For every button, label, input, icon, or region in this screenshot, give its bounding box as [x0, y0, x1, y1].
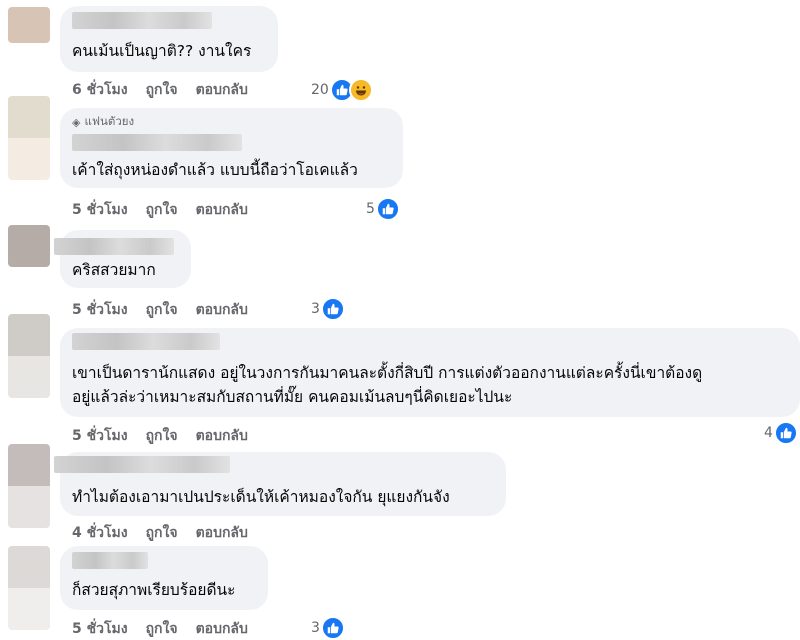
comment-bubble: ทำไมต้องเอามาเปนประเด็นให้เค้าหมองใจกัน … [54, 452, 506, 516]
like-button[interactable]: ถูกใจ [146, 618, 178, 640]
reaction-summary[interactable]: 3 [311, 297, 345, 321]
comment-bubble: คริสสวยมาก [54, 230, 191, 288]
comment-text-line-2: อยู่แล้วล่ะว่าเหมาะสมกับสถานที่มั๊ย คนคอ… [72, 388, 513, 406]
comment-text-line-1: เขาเป็นดาราน้กแสดง อยู่ในวงการกันมาคนละต… [72, 364, 703, 382]
comment-bubble: เขาเป็นดาราน้กแสดง อยู่ในวงการกันมาคนละต… [60, 328, 800, 417]
comment-time[interactable]: 5 ชั่วโมง [72, 299, 128, 321]
like-icon [375, 197, 400, 221]
comment-text: เค้าใส่ถุงหน่องดำแล้ว แบบนี้ถือว่าโอเคแล… [72, 161, 358, 179]
comment-text: ก็สวยสุภาพเรียบร้อยดีนะ [72, 581, 236, 599]
like-button[interactable]: ถูกใจ [146, 79, 178, 101]
commenter-name[interactable] [72, 333, 220, 350]
comment-actions: 5 ชั่วโมง ถูกใจ ตอบกลับ [72, 299, 248, 321]
like-button[interactable]: ถูกใจ [146, 199, 178, 221]
reaction-summary[interactable]: 20 [311, 78, 373, 102]
reaction-summary[interactable]: 5 [366, 197, 400, 221]
reply-button[interactable]: ตอบกลับ [196, 522, 248, 544]
comment-bubble: คนเม้นเป็นญาติ?? งานใคร [60, 6, 278, 72]
avatar[interactable] [8, 96, 50, 180]
comment-actions: 5 ชั่วโมง ถูกใจ ตอบกลับ [72, 618, 248, 640]
reply-button[interactable]: ตอบกลับ [196, 425, 248, 447]
reaction-count: 3 [311, 620, 320, 636]
reaction-count: 4 [764, 425, 773, 441]
like-button[interactable]: ถูกใจ [146, 522, 178, 544]
like-icon [320, 616, 345, 640]
diamond-icon: ◈ [72, 115, 81, 129]
comment-time[interactable]: 6 ชั่วโมง [72, 79, 128, 101]
comment-text: ทำไมต้องเอามาเปนประเด็นให้เค้าหมองใจกัน … [72, 488, 450, 506]
comment-bubble: ◈ แฟนตัวยง เค้าใส่ถุงหน่องดำแล้ว แบบนี้ถ… [60, 108, 403, 188]
avatar[interactable] [8, 546, 50, 630]
commenter-name[interactable] [54, 456, 230, 473]
comment-bubble: ก็สวยสุภาพเรียบร้อยดีนะ [60, 546, 268, 610]
like-icon [773, 421, 798, 445]
reply-button[interactable]: ตอบกลับ [196, 199, 248, 221]
reply-button[interactable]: ตอบกลับ [196, 79, 248, 101]
haha-icon [348, 78, 373, 102]
comment-time[interactable]: 4 ชั่วโมง [72, 522, 128, 544]
comment-text: คนเม้นเป็นญาติ?? งานใคร [72, 42, 252, 60]
comment-time[interactable]: 5 ชั่วโมง [72, 618, 128, 640]
reply-button[interactable]: ตอบกลับ [196, 299, 248, 321]
avatar[interactable] [8, 7, 50, 43]
badge-label: แฟนตัวยง [84, 114, 135, 128]
comment-actions: 6 ชั่วโมง ถูกใจ ตอบกลับ [72, 79, 248, 101]
reaction-summary[interactable]: 4 [764, 421, 798, 445]
commenter-name[interactable] [72, 134, 242, 151]
reaction-summary[interactable]: 3 [311, 616, 345, 640]
avatar[interactable] [8, 444, 50, 528]
comment-actions: 5 ชั่วโมง ถูกใจ ตอบกลับ [72, 425, 248, 447]
avatar[interactable] [8, 225, 50, 267]
comment-actions: 4 ชั่วโมง ถูกใจ ตอบกลับ [72, 522, 248, 544]
like-icon [320, 297, 345, 321]
like-button[interactable]: ถูกใจ [146, 299, 178, 321]
comment-time[interactable]: 5 ชั่วโมง [72, 425, 128, 447]
reply-button[interactable]: ตอบกลับ [196, 618, 248, 640]
reaction-count: 20 [311, 82, 329, 98]
reaction-count: 3 [311, 301, 320, 317]
avatar[interactable] [8, 314, 50, 398]
comment-actions: 5 ชั่วโมง ถูกใจ ตอบกลับ [72, 199, 248, 221]
like-button[interactable]: ถูกใจ [146, 425, 178, 447]
commenter-name[interactable] [72, 12, 212, 29]
comment-text: คริสสวยมาก [72, 261, 156, 279]
top-fan-badge: ◈ แฟนตัวยง [72, 113, 134, 131]
commenter-name[interactable] [54, 238, 174, 255]
commenter-name[interactable] [72, 552, 148, 569]
reaction-count: 5 [366, 201, 375, 217]
comment-time[interactable]: 5 ชั่วโมง [72, 199, 128, 221]
